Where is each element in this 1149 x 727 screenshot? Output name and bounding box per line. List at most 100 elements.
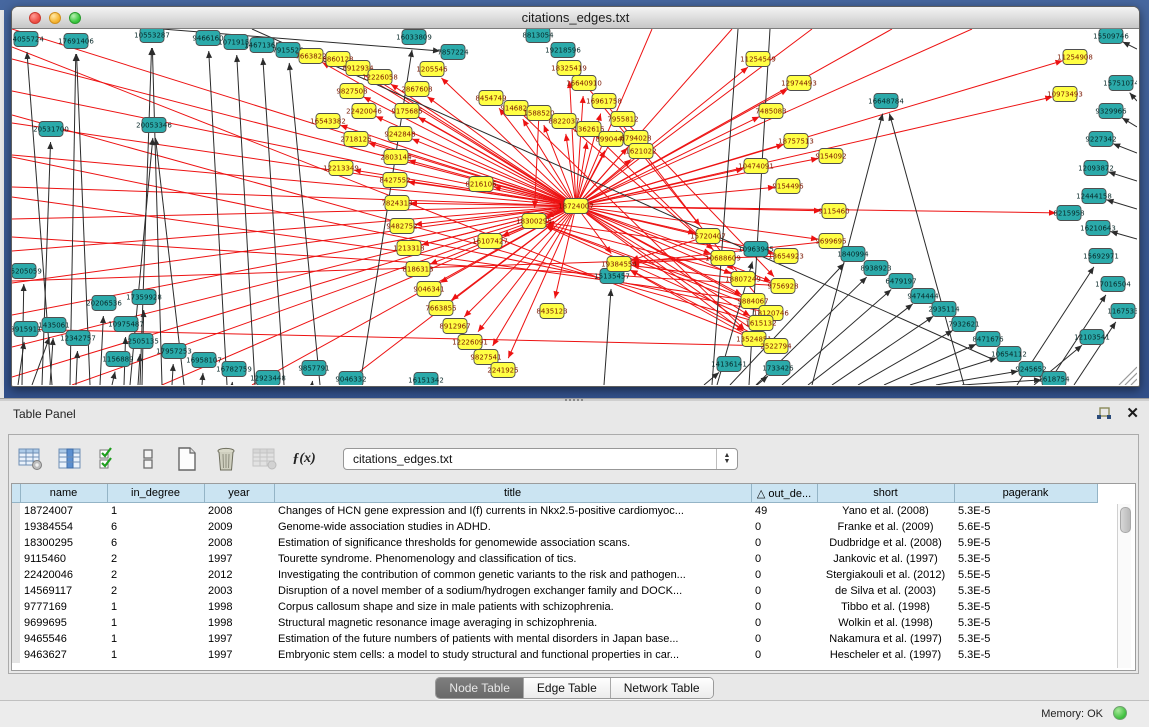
- column-header-short[interactable]: short: [817, 484, 954, 503]
- graph-node[interactable]: 10474091: [738, 159, 774, 174]
- graph-node[interactable]: 8186313: [402, 262, 433, 277]
- graph-node[interactable]: 9857791: [298, 361, 329, 376]
- tab-edge-table[interactable]: Edge Table: [524, 678, 611, 698]
- graph-node[interactable]: 18325419: [551, 61, 587, 76]
- resize-grip-icon[interactable]: [1125, 373, 1137, 385]
- graph-node[interactable]: 12444158: [1076, 189, 1112, 204]
- graph-node[interactable]: 11254549: [740, 52, 776, 67]
- graph-node[interactable]: 2241925: [487, 363, 518, 378]
- graph-node[interactable]: 1213318: [393, 241, 424, 256]
- graph-node[interactable]: 8813054: [522, 29, 554, 43]
- close-window-button[interactable]: [29, 12, 41, 24]
- graph-node[interactable]: 12505135: [123, 334, 159, 349]
- graph-node[interactable]: 15509746: [1093, 29, 1129, 44]
- table-row[interactable]: 969969511998Structural magnetic resonanc…: [12, 615, 1097, 631]
- function-builder-button[interactable]: ƒ(x): [290, 446, 318, 472]
- graph-node[interactable]: 12093872: [1078, 161, 1114, 176]
- graph-node[interactable]: 15720407: [690, 229, 726, 244]
- graph-node[interactable]: 8912967: [439, 319, 470, 334]
- table-row[interactable]: 1938455462009Genome-wide association stu…: [12, 519, 1097, 535]
- graph-node[interactable]: 1621022: [625, 144, 656, 159]
- graph-node[interactable]: 9756928: [767, 279, 798, 294]
- graph-node[interactable]: 9154092: [815, 149, 846, 164]
- table-row[interactable]: 946362711997Embryonic stem cells: a mode…: [12, 647, 1097, 663]
- graph-node[interactable]: 17016504: [1095, 277, 1131, 292]
- graph-node[interactable]: 10553287: [134, 29, 170, 43]
- graph-node[interactable]: 24055724: [12, 32, 44, 47]
- graph-node[interactable]: 8471676: [972, 332, 1004, 347]
- graph-node[interactable]: 6479197: [885, 274, 916, 289]
- graph-node[interactable]: 8215958: [1053, 206, 1084, 221]
- graph-node[interactable]: 8216106: [465, 177, 497, 192]
- column-header-in_degree[interactable]: in_degree: [107, 484, 204, 503]
- column-header-out_de[interactable]: △ out_de...: [751, 484, 817, 503]
- table-row[interactable]: 911546021997Tourette syndrome. Phenomeno…: [12, 551, 1097, 567]
- graph-node[interactable]: 7932621: [948, 317, 979, 332]
- close-panel-icon[interactable]: ✕: [1126, 406, 1139, 422]
- graph-node[interactable]: 10975487: [108, 317, 144, 332]
- graph-node[interactable]: 16033809: [396, 30, 432, 45]
- graph-node[interactable]: 16961758: [586, 94, 622, 109]
- graph-node[interactable]: 8454749: [475, 91, 506, 106]
- table-row[interactable]: 977716911998Corpus callosum shape and si…: [12, 599, 1097, 615]
- tab-network-table[interactable]: Network Table: [611, 678, 713, 698]
- column-settings-button[interactable]: [17, 446, 45, 472]
- graph-node[interactable]: 12342757: [60, 331, 96, 346]
- delete-column-trash-button[interactable]: [212, 446, 240, 472]
- graph-node[interactable]: 9482752: [386, 219, 417, 234]
- graph-node[interactable]: 1205546: [416, 62, 448, 77]
- graph-node[interactable]: 8435123: [536, 304, 567, 319]
- graph-node[interactable]: 16151342: [408, 373, 444, 386]
- graph-node[interactable]: 2718126: [340, 132, 372, 147]
- table-row[interactable]: 946554611997Estimation of the future num…: [12, 631, 1097, 647]
- graph-node[interactable]: 7857224: [437, 45, 469, 60]
- graph-node[interactable]: 1615132: [745, 316, 776, 331]
- minimize-window-button[interactable]: [49, 12, 61, 24]
- graph-node[interactable]: 25205059: [12, 264, 42, 279]
- graph-node[interactable]: 17691406: [58, 34, 94, 49]
- column-header-title[interactable]: title: [274, 484, 751, 503]
- graph-node[interactable]: 8938923: [860, 261, 891, 276]
- graph-node[interactable]: 7663855: [425, 301, 456, 316]
- graph-node[interactable]: 1435061: [38, 318, 69, 333]
- graph-node[interactable]: 9154496: [772, 179, 804, 194]
- graph-node[interactable]: 20053346: [136, 118, 172, 133]
- graph-node[interactable]: 2935114: [928, 302, 960, 317]
- graph-node[interactable]: 10654112: [991, 347, 1027, 362]
- table-row[interactable]: 1830029562008Estimation of significance …: [12, 535, 1097, 551]
- graph-node[interactable]: 9046332: [335, 372, 366, 386]
- graph-node[interactable]: 9329966: [1095, 104, 1127, 119]
- graph-node[interactable]: 15692971: [1083, 249, 1119, 264]
- select-mode-button[interactable]: [95, 446, 123, 472]
- graph-node[interactable]: 20531700: [33, 122, 69, 137]
- table-scrollbar[interactable]: [1117, 504, 1131, 668]
- table-scrollbar-thumb[interactable]: [1120, 507, 1131, 533]
- graph-node[interactable]: 3915911: [12, 322, 42, 337]
- network-canvas[interactable]: 2405572417691406105532879466160107191551…: [12, 29, 1137, 385]
- table-row[interactable]: 2242004622012Investigating the contribut…: [12, 567, 1097, 583]
- table-row[interactable]: 1456911722003Disruption of a novel membe…: [12, 583, 1097, 599]
- graph-node[interactable]: 16640910: [566, 76, 602, 91]
- graph-node[interactable]: 14136141: [711, 357, 747, 372]
- graph-node[interactable]: 9227342: [1085, 132, 1116, 147]
- graph-node[interactable]: 10688609: [705, 251, 741, 266]
- graph-node[interactable]: 16648784: [868, 94, 904, 109]
- graph-node[interactable]: 12226091: [452, 335, 488, 350]
- graph-node[interactable]: 9827508: [336, 84, 367, 99]
- table-row[interactable]: 1872400712008Changes of HCN gene express…: [12, 503, 1097, 520]
- graph-node[interactable]: 9175685: [391, 104, 422, 119]
- graph-node[interactable]: 1167533: [1107, 304, 1137, 319]
- graph-node[interactable]: 19218596: [545, 43, 581, 58]
- column-header-pagerank[interactable]: pagerank: [954, 484, 1097, 503]
- graph-node[interactable]: 20206536: [86, 296, 122, 311]
- graph-node[interactable]: 2867608: [401, 82, 432, 97]
- graph-node[interactable]: 9242848: [384, 127, 415, 142]
- float-panel-icon[interactable]: [1096, 407, 1112, 421]
- graph-node[interactable]: 16210643: [1080, 221, 1116, 236]
- graph-node[interactable]: 11254908: [1057, 50, 1093, 65]
- new-table-button[interactable]: [173, 446, 201, 472]
- network-window-titlebar[interactable]: citations_edges.txt: [12, 7, 1139, 29]
- graph-node[interactable]: 18757513: [778, 134, 814, 149]
- zoom-window-button[interactable]: [69, 12, 81, 24]
- graph-node[interactable]: 16543382: [310, 114, 346, 129]
